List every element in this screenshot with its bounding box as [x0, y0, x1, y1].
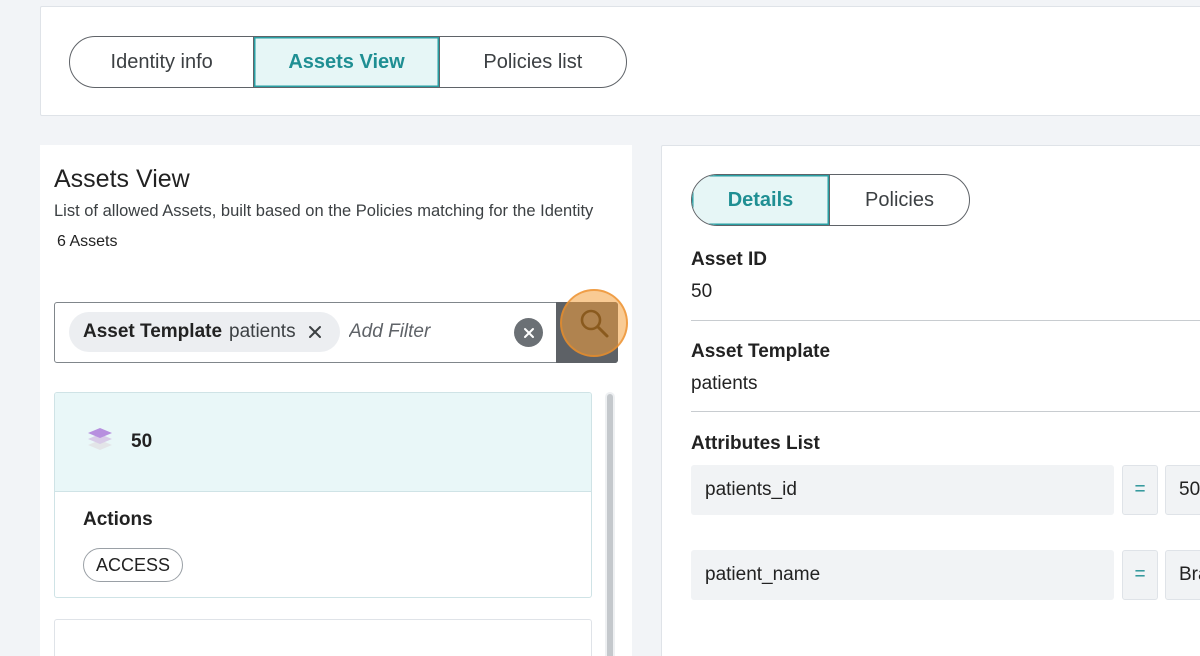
attribute-operator: = — [1122, 465, 1158, 515]
attributes-list-label: Attributes List — [691, 433, 820, 454]
asset-template-value: patients — [691, 373, 758, 394]
action-badge: ACCESS — [83, 548, 183, 582]
divider — [691, 320, 1200, 321]
attribute-name: patient_name — [691, 550, 1114, 600]
divider — [691, 411, 1200, 412]
assets-count: 6 Assets — [57, 233, 118, 250]
scrollbar-thumb[interactable] — [607, 394, 613, 656]
tab-assets-view[interactable]: Assets View — [254, 37, 440, 87]
asset-id: 50 — [131, 431, 153, 452]
panel-title: Assets View — [54, 165, 190, 193]
details-tab-group: Details Policies — [691, 174, 970, 226]
tab-policies-list[interactable]: Policies list — [440, 37, 626, 87]
layers-icon — [87, 426, 113, 459]
asset-card: 50 Actions ACCESS — [54, 392, 592, 598]
filter-chip-value: patients — [229, 321, 296, 342]
tab-identity-info[interactable]: Identity info — [70, 37, 255, 87]
tab-policies[interactable]: Policies — [830, 175, 969, 225]
filter-chip[interactable]: Asset Template patients — [69, 312, 340, 352]
actions-label: Actions — [83, 509, 153, 530]
asset-template-label: Asset Template — [691, 341, 831, 362]
asset-id-value: 50 — [691, 281, 713, 302]
remove-filter-icon[interactable] — [308, 321, 322, 343]
attribute-value: 50 — [1165, 465, 1200, 515]
assets-view-panel: Assets View List of allowed Assets, buil… — [40, 145, 632, 656]
tab-details[interactable]: Details — [692, 175, 830, 225]
attribute-operator: = — [1122, 550, 1158, 600]
add-filter-input[interactable] — [349, 318, 499, 346]
filter-chip-key: Asset Template — [83, 321, 223, 342]
asset-details-panel: Details Policies Asset ID 50 Asset Templ… — [661, 145, 1200, 656]
attribute-value: Bra — [1165, 550, 1200, 600]
search-icon[interactable] — [560, 289, 628, 357]
attribute-name: patients_id — [691, 465, 1114, 515]
filter-bar: Asset Template patients — [54, 302, 618, 363]
main-tab-group: Identity info Assets View Policies list — [69, 36, 627, 88]
clear-filters-icon[interactable] — [514, 318, 543, 347]
panel-subtitle: List of allowed Assets, built based on t… — [54, 202, 594, 220]
asset-card[interactable] — [54, 619, 592, 656]
asset-card-header[interactable]: 50 — [55, 393, 591, 492]
asset-id-label: Asset ID — [691, 249, 768, 270]
